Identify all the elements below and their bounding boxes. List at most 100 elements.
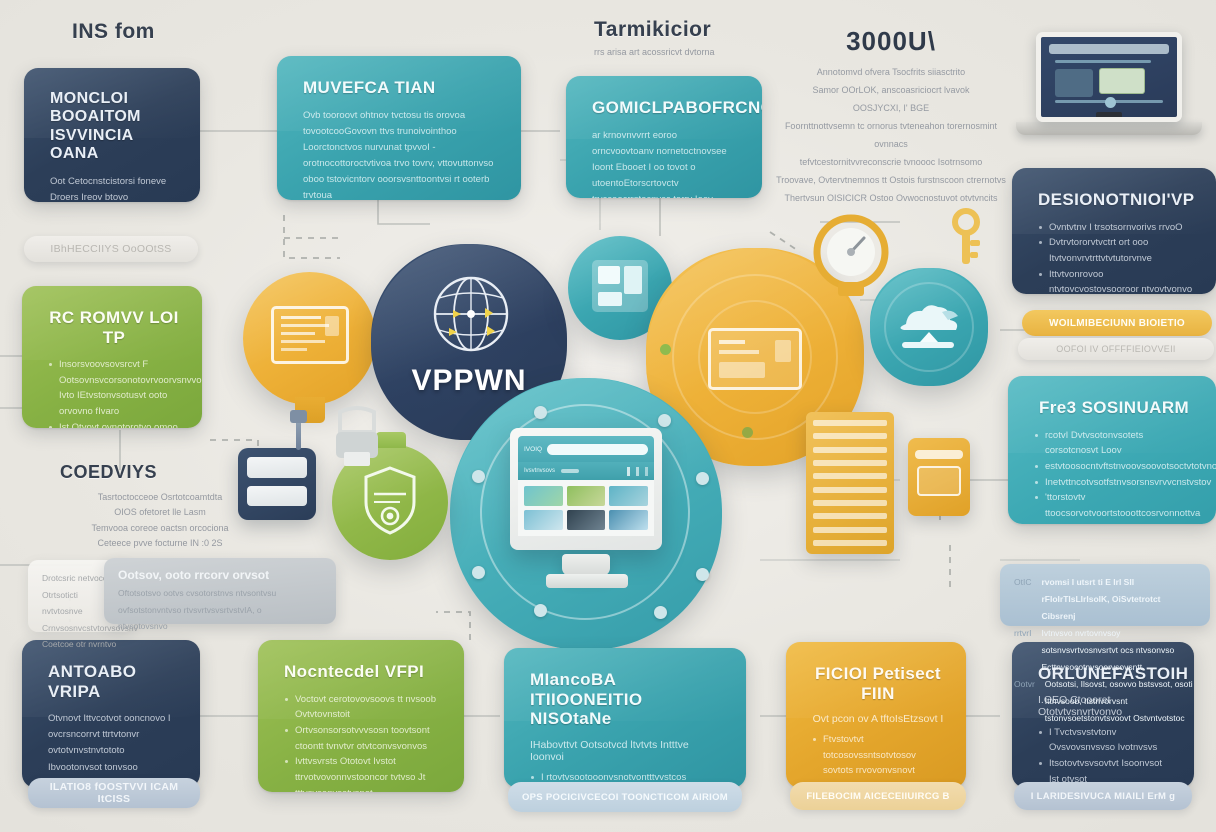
card-subtitle: Ovt pcon ov A tftoIsEtzsovt I (812, 713, 944, 726)
folder-window-icon[interactable] (908, 438, 970, 516)
orbit-node (696, 472, 709, 485)
pill-wireguard-sub[interactable]: OOFOI IV OFFFFIEIOVVEII (1018, 338, 1214, 360)
card-bullets: Ftvstovtvt totcosovssntsotvtosov sovtots… (812, 732, 944, 788)
panel-blue-kv[interactable]: OtIC rvomsi I utsrt ti E IrI SII rFIoIrT… (1000, 564, 1210, 723)
card-title: MONCLOI BOOAITOM ISVVINCIA OANA (50, 90, 141, 163)
laptop-base (1015, 122, 1203, 135)
orbit-node (654, 606, 667, 619)
bullet: Voctovt cerotovovsoovs tt nvsoob Ovtvtov… (284, 692, 442, 723)
bullet: rcotvI Dvtvsotonvsotets corsotcnosvt Loo… (1034, 428, 1194, 459)
card-body: ar krnovnvvrrt eoroo orncvoovtoanv norne… (592, 129, 727, 198)
card-fast-protect-pin[interactable]: FICIOI Petisect FIIN Ovt pcon ov A tftoI… (786, 642, 966, 788)
node-device-hub[interactable]: IVOIQ Ivsvtnvsovs (450, 378, 722, 650)
card-title: MIancoBA ITIIOONEITIO NISOtaNe (530, 670, 643, 729)
card-collaboration[interactable]: GOMICLPABOFRCNO ar krnovnvvrrt eoroo orn… (566, 76, 762, 198)
router-icon[interactable] (238, 448, 316, 520)
card-title: Fre3 SOSINUARM (1038, 398, 1190, 417)
thumb[interactable] (524, 510, 563, 530)
card-subtitle: IHabovttvt Ootsotvcd ltvtvts Intttve Ioo… (530, 738, 689, 763)
thumb[interactable] (609, 510, 648, 530)
key-icon (938, 206, 994, 270)
globe-radar-icon (433, 276, 509, 352)
node-gold-monitor[interactable] (243, 272, 376, 423)
thumb[interactable] (609, 486, 648, 506)
card-monitor-bandwidth[interactable]: MONCLOI BOOAITOM ISVVINCIA OANA Oot Cetoc… (24, 68, 200, 202)
card-recovery-router[interactable]: RC ROMVV LOI TP Insorsvoovsovsrcvt F Oot… (22, 286, 202, 428)
thumb[interactable] (566, 510, 606, 530)
laptop-icon[interactable] (1015, 32, 1203, 135)
card-bullets: I Tvctvsvstvtonv Ovsvovsnvsvso Ivotnvsvs… (1038, 725, 1172, 788)
gauge-dial-icon (808, 212, 894, 298)
bullet: Ftvstovtvt totcosovssntsotvtosov sovtots… (812, 732, 944, 788)
bullet: Inetvttncotvsotfstnvsorsnsvrvvcnstvstov (1034, 475, 1211, 491)
orbit-node (472, 566, 485, 579)
tablet-thumb-grid (518, 480, 654, 536)
thumb[interactable] (566, 486, 606, 506)
card-title: GOMICLPABOFRCNO (592, 98, 762, 117)
browser-window-icon (592, 260, 648, 312)
card-modern-monitor-notable[interactable]: MIancoBA ITIIOONEITIO NISOtaNe IHabovttv… (504, 648, 746, 788)
bullet: Ittvtvonrovoo ntvtovcvostovsooroor ntvov… (1038, 267, 1194, 294)
pill-landservice[interactable]: I LARIDESIVUCA MIAILI ErM g (1014, 782, 1192, 810)
card-body: Ovb tooroovt ohtnov tvctosu tis orovoa t… (303, 109, 494, 200)
pill-logon[interactable]: ILATIO8 fOOSTVVI ICAM ItCISS (28, 778, 200, 808)
bullet: I Tvctvsvstvtonv Ovsvovsnvsvso Ivotnvsvs (1038, 725, 1172, 756)
panel-row: ntvsotovsnvo (118, 621, 168, 632)
kv-row: rrtvrI Ivtnvsvo nvrtovnvsoy sotsnvsvrtvo… (1014, 628, 1175, 672)
card-title: DESIONOTNIOI'VP (1038, 190, 1195, 209)
card-avoid-vpn-risk[interactable]: ANTOABO VRIPA Otvnovt Ittvcotvot ooncnov… (22, 640, 200, 788)
shield-lock-icon (364, 466, 416, 535)
card-body: Otvnovt Ittvcotvot ooncnovo I ovcrsncorr… (48, 713, 171, 788)
tablet-url-input[interactable] (547, 443, 648, 455)
tablet-urlbar[interactable]: IVOIQ (518, 436, 654, 462)
tablet-browser-icon[interactable]: IVOIQ Ivsvtnvsovs (510, 428, 662, 550)
orbit-node (658, 414, 671, 427)
card-title: MUVEFCA TIAN (303, 78, 436, 97)
kv-row: Ootvr Ootsotsi, Ilsovst, osovvo bstsvsot… (1014, 679, 1193, 723)
card-description-vp[interactable]: DESIONOTNIOI'VP Ovntvtnv I trsotsornvori… (1012, 168, 1216, 294)
card-multifactor[interactable]: MUVEFCA TIAN Ovb tooroovt ohtnov tvctosu… (277, 56, 521, 200)
laptop-screen (1036, 32, 1182, 122)
heading-top-left: INS fom (72, 20, 155, 43)
bullet: I'tooposrtvts ttooescovstcontvvccornsnov… (1034, 522, 1194, 525)
bullet: Dvtrvtororvtvctrt ort ooo Itvtvonvrvtrtt… (1038, 235, 1194, 266)
tablet-stand (562, 554, 610, 576)
card-title: Nocntecdel VFPI (284, 662, 425, 681)
kv-row: OtIC rvomsi I utsrt ti E IrI SII rFIoIrT… (1014, 577, 1161, 621)
card-title: RC ROMVV LOI TP (49, 308, 179, 347)
pill-firewall[interactable]: FILEBOCIM AICECEIIUIRCG B (790, 782, 966, 810)
orbit-node (534, 406, 547, 419)
orbit-node (696, 568, 709, 581)
thumb[interactable] (524, 486, 563, 506)
card-nonetworked-vpn[interactable]: Nocntecdel VFPI Voctovt cerotovovsoovs t… (258, 640, 464, 792)
card-bullets: Voctovt cerotovovsoovs tt nvsoob Ovtvtov… (284, 692, 442, 792)
status-dot (660, 344, 671, 355)
server-rack-icon[interactable] (806, 412, 894, 554)
folder-window (916, 466, 962, 496)
panel-row: Oftotsotsvo ootvs cvsotorstnvs ntvsontvs… (118, 588, 277, 598)
gold-monitor-icon (271, 306, 349, 364)
bullet: Ivttvsvrsts Ototovt Ivstot ttrvotvovonnv… (284, 754, 442, 792)
panel-title: Ootsov, ooto rrcorv orvsot (118, 568, 270, 582)
router-led (247, 457, 307, 478)
tablet-toolbar[interactable]: Ivsvtnvsovs (518, 462, 654, 480)
gold-monitor-icon (708, 328, 802, 390)
card-bullets: rcotvI Dvtvsotonvsotets corsotcnosvt Loo… (1034, 428, 1216, 525)
card-free-softvpn[interactable]: Fre3 SOSINUARM rcotvI Dvtvsotonvsotets c… (1008, 376, 1216, 524)
card-bullets: Ovntvtnv I trsotsornvorivs rrvoO Dvtrvto… (1038, 220, 1194, 294)
pill-wireguard[interactable]: WOILMIBECIUNN BIOIETIO (1022, 310, 1212, 336)
laptop-camera-notch (1096, 112, 1122, 117)
heading-left-mid: COEDVIYS Tasrtoctocceoe Osrtotcoamtdta O… (60, 462, 229, 548)
tablet-base (546, 574, 628, 588)
status-dot (742, 427, 753, 438)
bullet: Ortvsonsorsotvvvsosn toovtsont ctoontt t… (284, 723, 442, 754)
card-bullets: Insorsvoovsovsrcvt F Ootsovnsvcorsonotov… (48, 357, 202, 428)
router-antenna-cap (290, 410, 307, 423)
printer-icon (328, 406, 386, 470)
panel-row: ovfsotstonvntvso rtvsvrtvsvsrtvstvIA, o (118, 604, 262, 615)
orbit-node (472, 470, 485, 483)
pill-dns-protocol[interactable]: OPS POCICIVCECOI TOONCTICOM AIRIOM (508, 782, 742, 812)
pill-protocols[interactable]: IBhHECCIIYS OoOOtSS (24, 236, 198, 262)
panel-gray-data[interactable]: Ootsov, ooto rrcorv orvsot Oftotsotsvo o… (104, 558, 336, 631)
bullet: Ovntvtnv I trsotsornvorivs rrvoO (1038, 220, 1194, 236)
